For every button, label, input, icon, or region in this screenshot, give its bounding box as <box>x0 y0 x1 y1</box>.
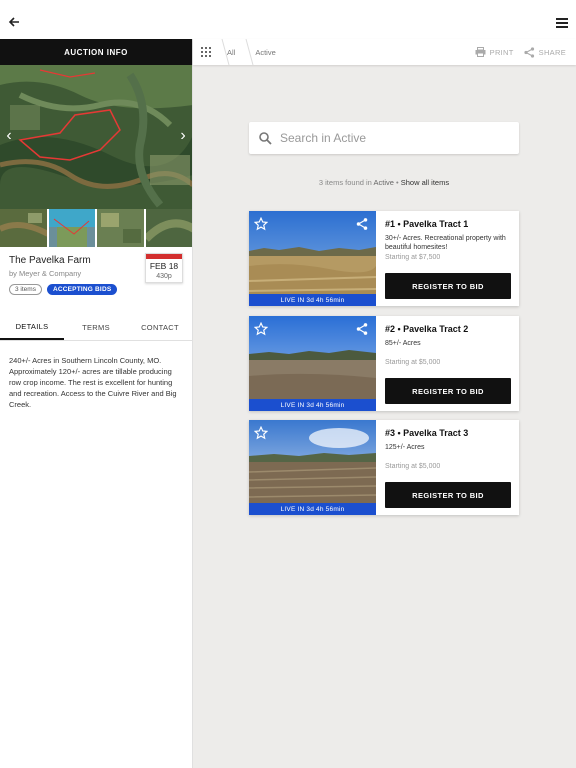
search-input[interactable] <box>280 131 500 145</box>
items-count-badge: 3 items <box>9 284 42 295</box>
results-summary: 3 items found in Active • Show all items <box>249 178 519 187</box>
print-label: PRINT <box>489 47 514 57</box>
share-icon[interactable] <box>355 322 369 336</box>
lot-details: #3 • Pavelka Tract 3 125+/- Acres Starti… <box>385 428 513 470</box>
lot-subtitle: 85+/- Acres <box>385 340 421 347</box>
lot-starting-price: Starting at $5,000 <box>385 463 441 470</box>
share-icon <box>524 46 534 58</box>
calendar-top-bar <box>146 254 182 259</box>
results-filter: Active <box>373 178 394 187</box>
search-icon <box>259 131 272 145</box>
aerial-map-image[interactable]: ‹ › <box>0 65 192 209</box>
lot-image[interactable]: LIVE IN 3d 4h 56min <box>249 316 376 411</box>
print-button[interactable]: PRINT <box>475 47 514 57</box>
share-icon[interactable] <box>355 217 369 231</box>
hamburger-menu-icon[interactable] <box>556 18 568 28</box>
calendar-date: FEB 18 <box>149 261 179 271</box>
lot-card[interactable]: LIVE IN 3d 4h 56min #2 • Pavelka Tract 2… <box>249 316 519 411</box>
info-tabs: DETAILS TERMS CONTACT <box>0 315 192 341</box>
tab-contact[interactable]: CONTACT <box>128 315 192 340</box>
results-count-text: 3 items found in <box>318 178 374 187</box>
arrow-left-icon[interactable] <box>6 14 22 30</box>
thumbnail-image[interactable] <box>145 209 192 247</box>
lot-subtitle: 125+/- Acres <box>385 444 425 451</box>
share-label: SHARE <box>538 47 566 57</box>
lot-image[interactable]: LIVE IN 3d 4h 56min <box>249 211 376 306</box>
lot-card[interactable]: LIVE IN 3d 4h 56min #3 • Pavelka Tract 3… <box>249 420 519 515</box>
lot-image[interactable]: LIVE IN 3d 4h 56min <box>249 420 376 515</box>
farm-summary: The Pavelka Farm by Meyer & Company 3 it… <box>0 247 192 307</box>
breadcrumb-all[interactable]: All <box>227 48 235 57</box>
lot-details: #1 • Pavelka Tract 1 30+/- Acres. Recrea… <box>385 219 513 261</box>
crumb-actions: PRINT SHARE <box>475 39 566 65</box>
previous-image-arrow-icon[interactable]: ‹ <box>2 128 16 144</box>
search-box <box>249 122 519 154</box>
next-image-arrow-icon[interactable]: › <box>176 128 190 144</box>
favorite-star-icon[interactable] <box>254 426 268 440</box>
lot-subtitle: 30+/- Acres. Recreational property with … <box>385 235 506 251</box>
image-thumbnails <box>0 209 192 247</box>
register-to-bid-button[interactable]: REGISTER TO BID <box>385 378 511 404</box>
lot-title[interactable]: #2 • Pavelka Tract 2 <box>385 324 513 334</box>
accepting-bids-badge: ACCEPTING BIDS <box>46 284 118 295</box>
live-countdown: LIVE IN 3d 4h 56min <box>249 294 376 306</box>
register-to-bid-button[interactable]: REGISTER TO BID <box>385 273 511 299</box>
thumbnail-image[interactable] <box>97 209 144 247</box>
lots-panel: All Active PRINT SHARE 3 items found in … <box>193 39 576 768</box>
grid-icon[interactable] <box>201 47 211 57</box>
thumbnail-image[interactable] <box>0 209 47 247</box>
printer-icon <box>475 47 486 57</box>
tab-terms[interactable]: TERMS <box>64 315 128 340</box>
show-all-items-link[interactable]: Show all items <box>401 178 449 187</box>
live-countdown: LIVE IN 3d 4h 56min <box>249 503 376 515</box>
favorite-star-icon[interactable] <box>254 217 268 231</box>
lot-title[interactable]: #1 • Pavelka Tract 1 <box>385 219 513 229</box>
thumbnail-image[interactable] <box>48 209 95 247</box>
favorite-star-icon[interactable] <box>254 322 268 336</box>
breadcrumb: All Active PRINT SHARE <box>193 39 576 65</box>
calendar-date-badge[interactable]: FEB 18 430p <box>145 253 183 283</box>
tab-details[interactable]: DETAILS <box>0 315 64 340</box>
auction-description: 240+/- Acres in Southern Lincoln County,… <box>9 356 177 409</box>
badges: 3 items ACCEPTING BIDS <box>9 284 184 295</box>
share-button[interactable]: SHARE <box>524 46 566 58</box>
auction-info-header: AUCTION INFO <box>0 39 192 65</box>
lot-starting-price: Starting at $7,500 <box>385 254 441 261</box>
lot-card[interactable]: LIVE IN 3d 4h 56min #1 • Pavelka Tract 1… <box>249 211 519 306</box>
live-countdown: LIVE IN 3d 4h 56min <box>249 399 376 411</box>
auction-info-panel: AUCTION INFO ‹ › The Pavelka Farm by Mey… <box>0 39 193 768</box>
breadcrumb-separator-icon <box>245 39 254 65</box>
breadcrumb-active[interactable]: Active <box>255 48 275 57</box>
results-separator: • <box>393 178 401 187</box>
lot-title[interactable]: #3 • Pavelka Tract 3 <box>385 428 513 438</box>
lot-starting-price: Starting at $5,000 <box>385 359 441 366</box>
lot-details: #2 • Pavelka Tract 2 85+/- Acres Startin… <box>385 324 513 366</box>
register-to-bid-button[interactable]: REGISTER TO BID <box>385 482 511 508</box>
top-bar <box>0 0 576 39</box>
calendar-time: 430p <box>156 273 172 280</box>
